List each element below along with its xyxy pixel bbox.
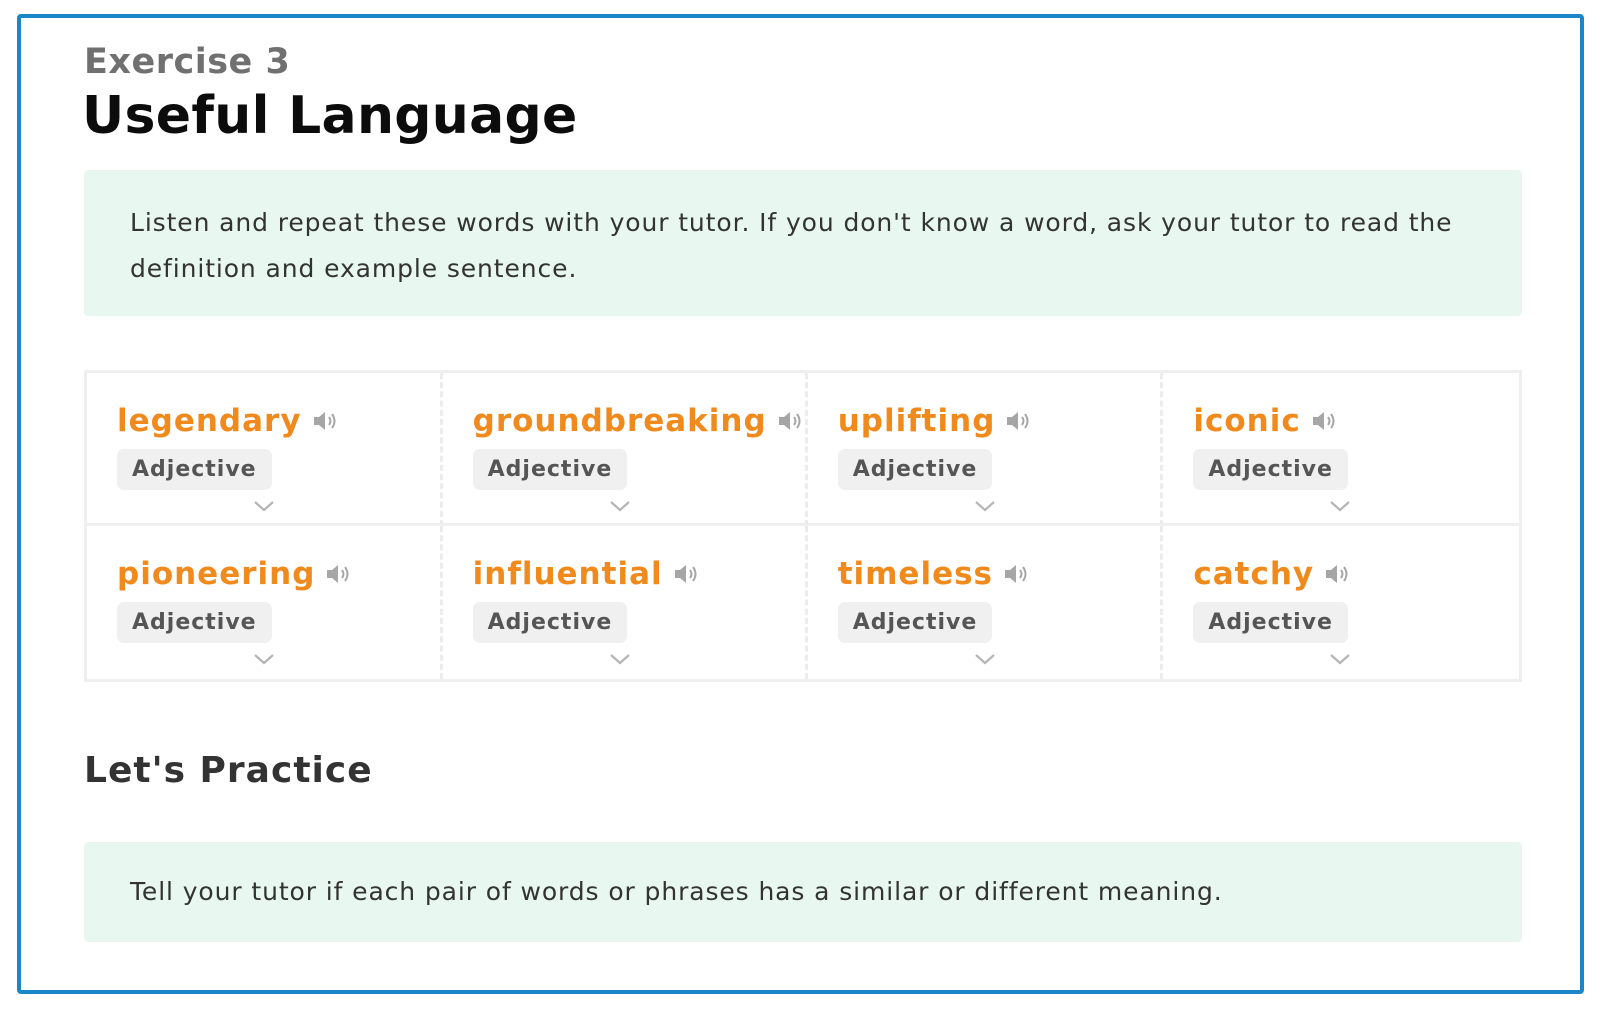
vocab-word-line: uplifting	[838, 403, 1161, 439]
chevron-down-icon[interactable]	[253, 499, 275, 513]
practice-instructions-text: Tell your tutor if each pair of words or…	[130, 877, 1223, 906]
vocab-card: timeless Adjective	[808, 526, 1164, 679]
part-of-speech-badge: Adjective	[472, 602, 628, 643]
speaker-icon[interactable]	[1005, 409, 1033, 433]
vocab-word-line: groundbreaking	[473, 403, 805, 439]
vocab-word: pioneering	[117, 556, 316, 592]
vocab-word: groundbreaking	[472, 403, 767, 439]
speaker-icon[interactable]	[312, 409, 340, 433]
vocab-word-line: legendary	[117, 403, 440, 439]
speaker-icon[interactable]	[673, 562, 701, 586]
vocab-word-line: iconic	[1193, 403, 1519, 439]
chevron-down-icon[interactable]	[1329, 499, 1351, 513]
vocab-card: pioneering Adjective	[87, 526, 443, 679]
exercise-number: Exercise 3	[84, 42, 291, 82]
vocab-card: iconic Adjective	[1163, 373, 1519, 526]
part-of-speech-badge: Adjective	[1193, 602, 1348, 643]
chevron-down-icon[interactable]	[253, 652, 275, 666]
vocab-word: timeless	[837, 556, 994, 592]
vocab-word: uplifting	[837, 403, 996, 439]
speaker-icon[interactable]	[1003, 562, 1031, 586]
vocab-card: uplifting Adjective	[807, 373, 1164, 526]
vocab-word-line: timeless	[838, 556, 1161, 592]
vocab-word: catchy	[1193, 556, 1315, 592]
part-of-speech-badge: Adjective	[837, 602, 993, 643]
vocab-word: influential	[472, 556, 663, 592]
vocab-word-line: catchy	[1193, 556, 1519, 592]
vocab-word-line: pioneering	[117, 556, 440, 592]
instructions-box: Listen and repeat these words with your …	[84, 170, 1522, 316]
chevron-down-icon[interactable]	[609, 499, 631, 513]
part-of-speech-badge: Adjective	[117, 449, 272, 490]
instructions-text: Listen and repeat these words with your …	[130, 208, 1453, 283]
part-of-speech-badge: Adjective	[1193, 449, 1348, 490]
vocab-word-line: influential	[473, 556, 805, 592]
page-title: Useful Language	[82, 86, 578, 146]
vocab-card: catchy Adjective	[1163, 526, 1519, 679]
chevron-down-icon[interactable]	[1329, 652, 1351, 666]
practice-instructions-box: Tell your tutor if each pair of words or…	[84, 842, 1522, 942]
vocab-card: influential Adjective	[443, 526, 808, 679]
vocab-word: legendary	[117, 403, 302, 439]
part-of-speech-badge: Adjective	[837, 449, 993, 490]
speaker-icon[interactable]	[325, 562, 353, 586]
vocab-card: groundbreaking Adjective	[442, 373, 808, 526]
vocabulary-grid: legendary Adjective groundbreaking Adjectiv…	[84, 370, 1522, 682]
part-of-speech-badge: Adjective	[117, 602, 272, 643]
chevron-down-icon[interactable]	[609, 652, 631, 666]
chevron-down-icon[interactable]	[974, 499, 996, 513]
vocab-card: legendary Adjective	[87, 373, 443, 526]
speaker-icon[interactable]	[1311, 409, 1339, 433]
practice-title: Let's Practice	[84, 750, 373, 791]
part-of-speech-badge: Adjective	[472, 449, 628, 490]
speaker-icon[interactable]	[777, 409, 805, 433]
vocab-word: iconic	[1193, 403, 1301, 439]
chevron-down-icon[interactable]	[974, 652, 996, 666]
speaker-icon[interactable]	[1324, 562, 1352, 586]
